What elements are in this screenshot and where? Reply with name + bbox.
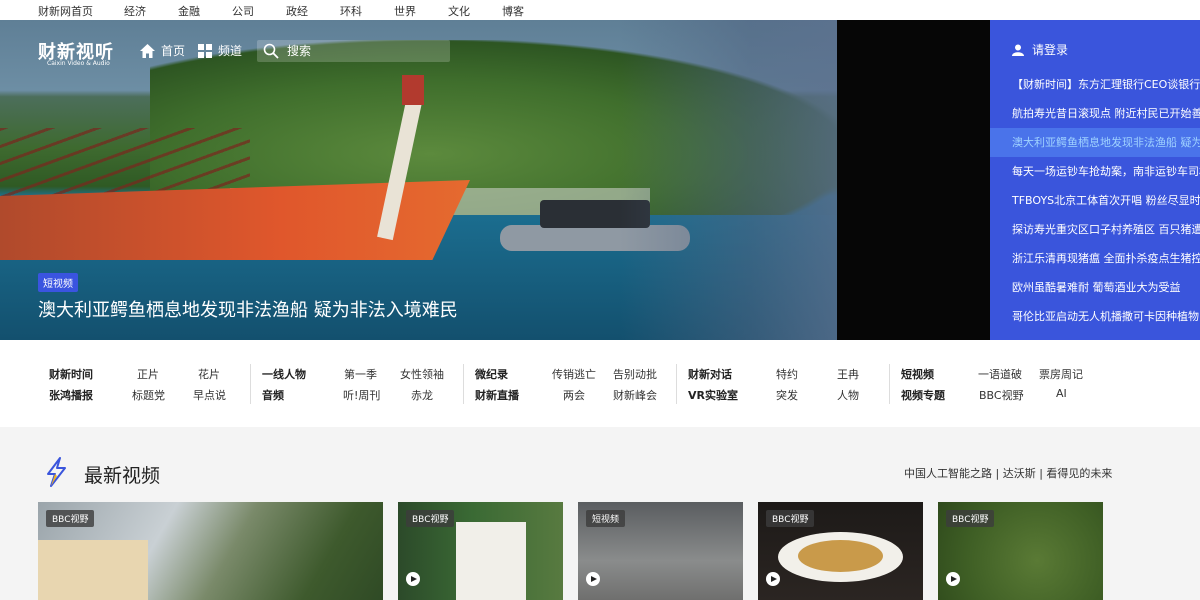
section-title: 最新视频 [84,465,161,487]
thumb-badge: BBC视野 [406,510,455,527]
hero-dark-strip [837,20,990,340]
play-icon[interactable] [406,572,420,586]
cat-weijilu[interactable]: 微纪录 [475,366,508,382]
video-thumb-3[interactable]: 短视频 [578,502,743,600]
news-item[interactable]: 【财新时间】东方汇理银行CEO谈银行业 [990,70,1200,99]
thumb-badge: BBC视野 [46,510,95,527]
cat-yiyu[interactable]: 一语道破 [978,366,1022,382]
cat-zaodianshuo[interactable]: 早点说 [193,387,226,403]
video-thumb-5[interactable]: BBC视野 [938,502,1103,600]
play-icon[interactable] [766,572,780,586]
user-icon [1012,44,1024,56]
search-box[interactable] [257,40,450,62]
search-input[interactable] [287,44,437,58]
nav-home[interactable]: 财新网首页 [38,3,93,19]
boat-mast-top [402,75,424,105]
nav-politics[interactable]: 政经 [286,3,308,19]
cat-nvxing[interactable]: 女性领袖 [400,366,444,382]
nav-economy[interactable]: 经济 [124,3,146,19]
hero-home-link[interactable]: 首页 [140,42,185,59]
cat-renwu[interactable]: 人物 [837,387,859,403]
cat-tufa[interactable]: 突发 [776,387,798,403]
thumb-badge: 短视频 [586,510,626,527]
lightning-icon [47,457,66,487]
cat-live[interactable]: 财新直播 [475,387,519,403]
login-label: 请登录 [1032,43,1069,57]
news-item-active[interactable]: 澳大利亚鳄鱼栖息地发现非法渔船 疑为非 [990,128,1200,157]
hero-home-label: 首页 [161,44,186,58]
nav-culture[interactable]: 文化 [448,3,470,19]
cat-chilong[interactable]: 赤龙 [411,387,433,403]
section-links[interactable]: 中国人工智能之路 | 达沃斯 | 看得见的未来 [904,465,1112,481]
thumb-sign [456,522,526,600]
cat-huapian[interactable]: 花片 [198,366,220,382]
cat-gaobie[interactable]: 告别动批 [613,366,657,382]
cat-lianghui[interactable]: 两会 [563,387,585,403]
category-bar [0,340,1200,427]
news-item[interactable]: 欧州虽酷暑难耐 葡萄酒业大为受益 [990,273,1200,302]
cat-audio[interactable]: 音频 [262,387,284,403]
news-item[interactable]: TFBOYS北京工体首次开唱 粉丝尽显时代 [990,186,1200,215]
cat-divider [889,364,890,404]
grid-icon [198,43,212,58]
nav-environment[interactable]: 环科 [340,3,362,19]
news-item[interactable]: 探访寿光重灾区口子村养殖区 百只猪遭灭 [990,215,1200,244]
cat-divider [463,364,464,404]
cat-ai[interactable]: AI [1056,387,1067,400]
thumb-badge: BBC视野 [946,510,995,527]
news-item[interactable]: 浙江乐清再现猪瘟 全面扑杀疫点生猪控制 [990,244,1200,273]
home-icon [140,43,155,58]
hero-blur [620,20,837,340]
cat-short-video[interactable]: 短视频 [901,366,934,382]
thumb-badge: BBC视野 [766,510,815,527]
nav-finance[interactable]: 金融 [178,3,200,19]
cat-divider [676,364,677,404]
top-nav: 财新网首页 经济 金融 公司 政经 环科 世界 文化 博客 [0,0,1200,20]
cat-tingzhoukan[interactable]: 听!周刊 [343,387,380,403]
hero-channel-link[interactable]: 频道 [198,42,242,59]
cat-chuanxiao[interactable]: 传销逃亡 [552,366,596,382]
thumb-food [798,540,883,572]
cat-yixian[interactable]: 一线人物 [262,366,306,382]
search-icon [263,43,279,59]
hero-banner[interactable]: 财新视听 Caixin Video & Audio 首页 频道 短视频 澳大利亚… [0,20,837,340]
cat-duihua[interactable]: 财新对话 [688,366,732,382]
cat-caixin-time[interactable]: 财新时间 [49,366,93,382]
news-item[interactable]: 航拍寿光昔日滚现点 附近村民已开始善后 [990,99,1200,128]
video-thumb-2[interactable]: BBC视野 [398,502,563,600]
thumb-house [38,540,148,600]
news-panel: 请登录 【财新时间】东方汇理银行CEO谈银行业 航拍寿光昔日滚现点 附近村民已开… [990,20,1200,340]
hero-title[interactable]: 澳大利亚鳄鱼栖息地发现非法渔船 疑为非法入境难民 [38,296,458,322]
cat-zhanghong[interactable]: 张鸿播报 [49,387,93,403]
cat-biaotidang[interactable]: 标题党 [132,387,165,403]
cat-divider [250,364,251,404]
news-item[interactable]: 哥伦比亚启动无人机播撒可卡因种植物 [990,302,1200,331]
nav-blog[interactable]: 博客 [502,3,524,19]
cat-teyue[interactable]: 特约 [776,366,798,382]
play-icon[interactable] [586,572,600,586]
login-button[interactable]: 请登录 [1012,41,1068,58]
video-thumb-4[interactable]: BBC视野 [758,502,923,600]
site-logo-sub: Caixin Video & Audio [47,60,110,67]
cat-bbc[interactable]: BBC视野 [979,387,1024,403]
cat-diyiji[interactable]: 第一季 [344,366,377,382]
cat-special[interactable]: 视频专题 [901,387,945,403]
cat-vr[interactable]: VR实验室 [688,387,738,403]
hero-tag[interactable]: 短视频 [38,273,78,292]
cat-piaofang[interactable]: 票房周记 [1039,366,1083,382]
hero-channel-label: 频道 [218,44,243,58]
play-icon[interactable] [946,572,960,586]
cat-fenghui[interactable]: 财新峰会 [613,387,657,403]
cat-wangran[interactable]: 王冉 [837,366,859,382]
video-thumb-1[interactable]: BBC视野 [38,502,383,600]
cat-zhengpian[interactable]: 正片 [137,366,159,382]
news-item[interactable]: 每天一场运钞车抢劫案，南非运钞车司机 [990,157,1200,186]
nav-world[interactable]: 世界 [394,3,416,19]
nav-company[interactable]: 公司 [232,3,254,19]
